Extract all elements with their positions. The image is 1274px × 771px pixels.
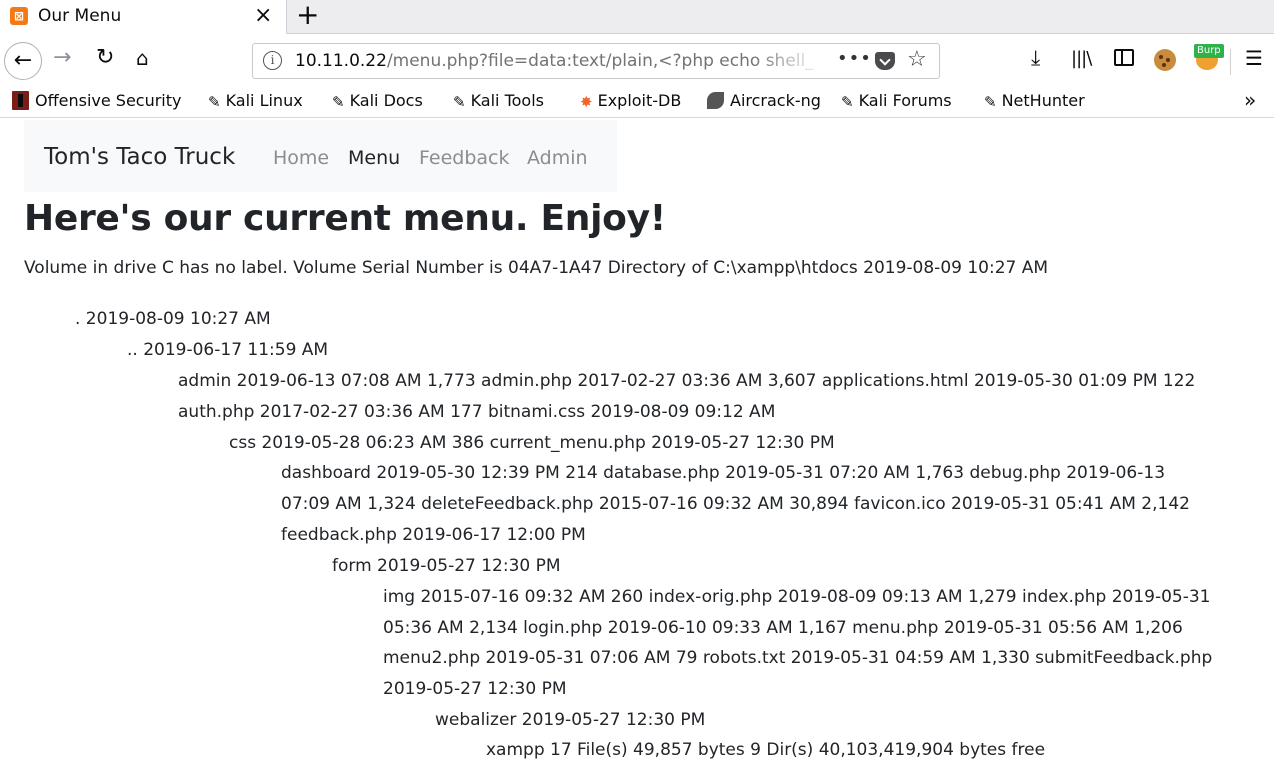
bookmarks-overflow-icon[interactable]: » [1244, 88, 1256, 112]
listing-line: css 2019-05-28 06:23 AM 386 current_menu… [229, 433, 835, 453]
bookmark-star-icon[interactable]: ☆ [907, 47, 927, 72]
directory-summary: Volume in drive C has no label. Volume S… [24, 258, 1049, 278]
url-path: /menu.php?file=data:text/plain,<?php ech… [386, 51, 815, 71]
bookmark-label: Kali Forums [858, 91, 952, 110]
site-navbar: Tom's Taco Truck Home Menu Feedback Admi… [24, 120, 617, 192]
close-icon[interactable]: × [254, 3, 272, 28]
download-icon[interactable]: ⤓ [1031, 46, 1040, 71]
listing-line: form 2019-05-27 12:30 PM [332, 556, 561, 576]
home-button[interactable]: ⌂ [136, 46, 149, 70]
url-bar[interactable]: i 10.11.0.22/menu.php?file=data:text/pla… [252, 43, 940, 79]
bookmark-kali-linux[interactable]: ✎ Kali Linux [208, 91, 303, 111]
listing-line: 07:09 AM 1,324 deleteFeedback.php 2015-0… [281, 494, 1190, 514]
exploit-db-icon: ✸ [580, 93, 593, 111]
url-text[interactable]: 10.11.0.22/menu.php?file=data:text/plain… [295, 51, 815, 71]
arrow-left-icon: ← [13, 48, 33, 73]
nav-link-menu[interactable]: Menu [348, 147, 400, 169]
hamburger-menu-icon[interactable]: ☰ [1245, 46, 1263, 70]
nav-link-admin[interactable]: Admin [527, 147, 588, 169]
listing-line: dashboard 2019-05-30 12:39 PM 214 databa… [281, 463, 1166, 483]
tab-title: Our Menu [38, 6, 122, 26]
bookmark-label: Kali Tools [470, 91, 544, 110]
bookmark-label: Exploit-DB [597, 91, 682, 110]
bookmark-offensive-security[interactable]: Offensive Security [12, 91, 181, 110]
bookmark-exploit-db[interactable]: ✸ Exploit-DB [580, 91, 681, 111]
bookmark-kali-forums[interactable]: ✎ Kali Forums [841, 91, 952, 111]
bookmark-label: NetHunter [1001, 91, 1085, 110]
bookmark-label: Offensive Security [35, 91, 182, 110]
bookmark-aircrack-ng[interactable]: Aircrack-ng [707, 91, 821, 110]
page-title: Here's our current menu. Enjoy! [24, 198, 666, 239]
xampp-icon: ⊠ [10, 7, 28, 25]
listing-line: .. 2019-06-17 11:59 AM [127, 340, 329, 360]
listing-line: 2019-05-27 12:30 PM [383, 679, 567, 699]
listing-line: admin 2019-06-13 07:08 AM 1,773 admin.ph… [178, 371, 1196, 391]
burp-badge: Burp [1194, 44, 1224, 58]
bookmark-label: Kali Docs [349, 91, 423, 110]
bookmark-label: Aircrack-ng [730, 91, 821, 110]
toolbar-separator [1230, 49, 1231, 75]
tab-strip: ⊠ Our Menu × + [0, 0, 1274, 34]
cookie-icon[interactable] [1154, 49, 1176, 71]
info-icon[interactable]: i [263, 51, 282, 70]
kali-dragon-icon: ✎ [841, 93, 854, 111]
kali-dragon-icon: ✎ [984, 93, 997, 111]
listing-line: feedback.php 2019-06-17 12:00 PM [281, 525, 586, 545]
url-host: 10.11.0.22 [295, 51, 387, 71]
bookmark-nethunter[interactable]: ✎ NetHunter [984, 91, 1085, 111]
forward-button[interactable]: → [53, 45, 71, 70]
back-button[interactable]: ← [4, 42, 42, 80]
kali-dragon-icon: ✎ [332, 93, 345, 111]
listing-line: 05:36 AM 2,134 login.php 2019-06-10 09:3… [383, 618, 1183, 638]
listing-line: webalizer 2019-05-27 12:30 PM [435, 710, 706, 730]
kali-dragon-icon: ✎ [208, 93, 221, 111]
aircrack-icon [707, 92, 724, 109]
listing-line: xampp 17 File(s) 49,857 bytes 9 Dir(s) 4… [486, 740, 1046, 760]
nav-link-home[interactable]: Home [273, 147, 329, 169]
tab-our-menu[interactable]: ⊠ Our Menu × [0, 0, 287, 34]
offsec-icon [12, 91, 29, 110]
kali-dragon-icon: ✎ [453, 93, 466, 111]
nav-link-feedback[interactable]: Feedback [419, 147, 509, 169]
listing-line: img 2015-07-16 09:32 AM 260 index-orig.p… [383, 587, 1211, 607]
listing-line: menu2.php 2019-05-31 07:06 AM 79 robots.… [383, 648, 1213, 668]
arrow-right-icon: → [53, 45, 72, 70]
bookmarks-toolbar: Offensive Security ✎ Kali Linux ✎ Kali Doc… [0, 87, 1274, 118]
bookmark-label: Kali Linux [225, 91, 303, 110]
listing-line: auth.php 2017-02-27 03:36 AM 177 bitnami… [178, 402, 776, 422]
sidebar-icon[interactable] [1114, 49, 1134, 66]
navigation-toolbar: ← → ↻ ⌂ i 10.11.0.22/menu.php?file=data:… [0, 35, 1274, 87]
url-fade [753, 46, 823, 76]
bookmark-kali-docs[interactable]: ✎ Kali Docs [332, 91, 423, 111]
library-icon[interactable]: |||\ [1071, 48, 1092, 69]
reload-button[interactable]: ↻ [96, 45, 114, 70]
new-tab-button[interactable]: + [296, 0, 319, 31]
pocket-icon[interactable] [875, 52, 895, 70]
listing-line: . 2019-08-09 10:27 AM [75, 309, 271, 329]
bookmark-kali-tools[interactable]: ✎ Kali Tools [453, 91, 544, 111]
reload-icon: ↻ [96, 45, 115, 70]
page-actions-icon[interactable]: ••• [837, 48, 872, 69]
home-icon: ⌂ [136, 46, 149, 70]
site-brand[interactable]: Tom's Taco Truck [44, 144, 235, 170]
